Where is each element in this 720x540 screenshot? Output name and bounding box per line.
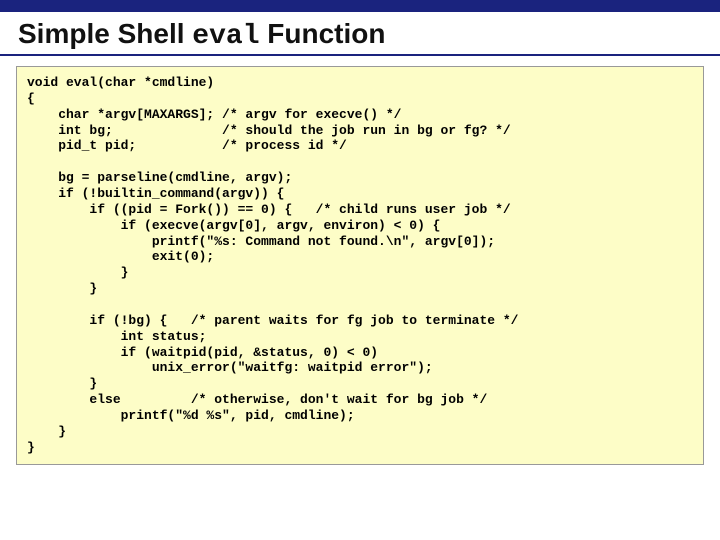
top-accent-bar [0,0,720,12]
title-container: Simple Shell eval Function [0,12,720,56]
title-code: eval [192,21,259,52]
title-suffix: Function [260,18,386,49]
slide-title: Simple Shell eval Function [18,18,702,52]
code-block: void eval(char *cmdline) { char *argv[MA… [16,66,704,465]
title-prefix: Simple Shell [18,18,192,49]
slide: Simple Shell eval Function void eval(cha… [0,0,720,540]
code-content: void eval(char *cmdline) { char *argv[MA… [27,75,693,456]
